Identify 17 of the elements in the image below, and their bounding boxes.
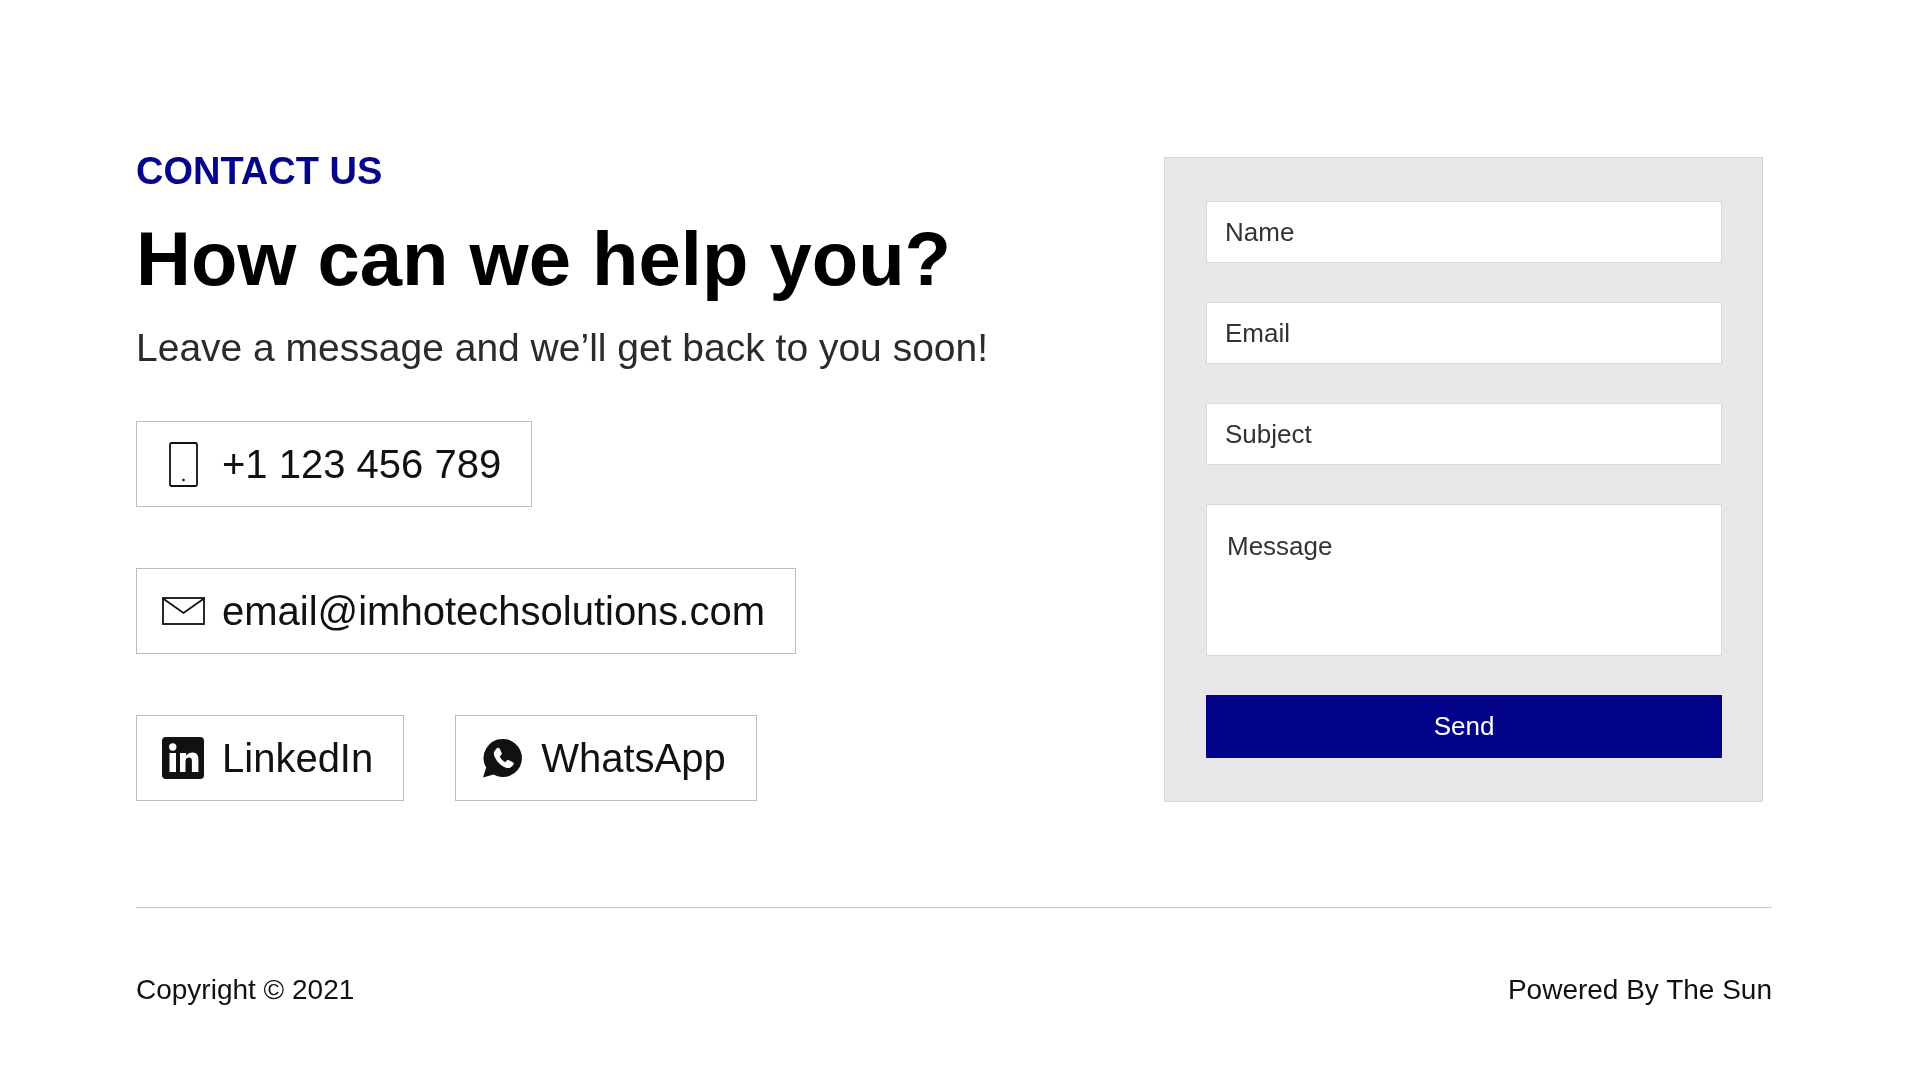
phone-icon: [168, 441, 198, 487]
email-link[interactable]: email@imhotechsolutions.com: [136, 568, 797, 654]
input-field[interactable]: Email: [1206, 302, 1722, 364]
credit-text: Powered By The Sun: [1507, 976, 1772, 1004]
input-field[interactable]: Name: [1206, 201, 1722, 263]
phone-link[interactable]: +1 123 456 789: [136, 421, 533, 507]
copyright-text: Copyright © 2021: [136, 976, 355, 1004]
whatsapp-link[interactable]: WhatsApp: [455, 715, 757, 801]
subheading: Leave a message and we’ll get back to you soon!: [136, 328, 989, 367]
linkedin-link[interactable]: LinkedIn: [136, 715, 405, 801]
linkedin-icon: [162, 737, 204, 779]
message-field[interactable]: Message: [1206, 504, 1722, 656]
envelope-icon: [161, 597, 205, 625]
send-button[interactable]: Send: [1206, 695, 1722, 758]
whatsapp-icon: [481, 737, 524, 779]
section-label: CONTACT US: [136, 152, 383, 190]
input-field[interactable]: Subject: [1206, 403, 1722, 465]
